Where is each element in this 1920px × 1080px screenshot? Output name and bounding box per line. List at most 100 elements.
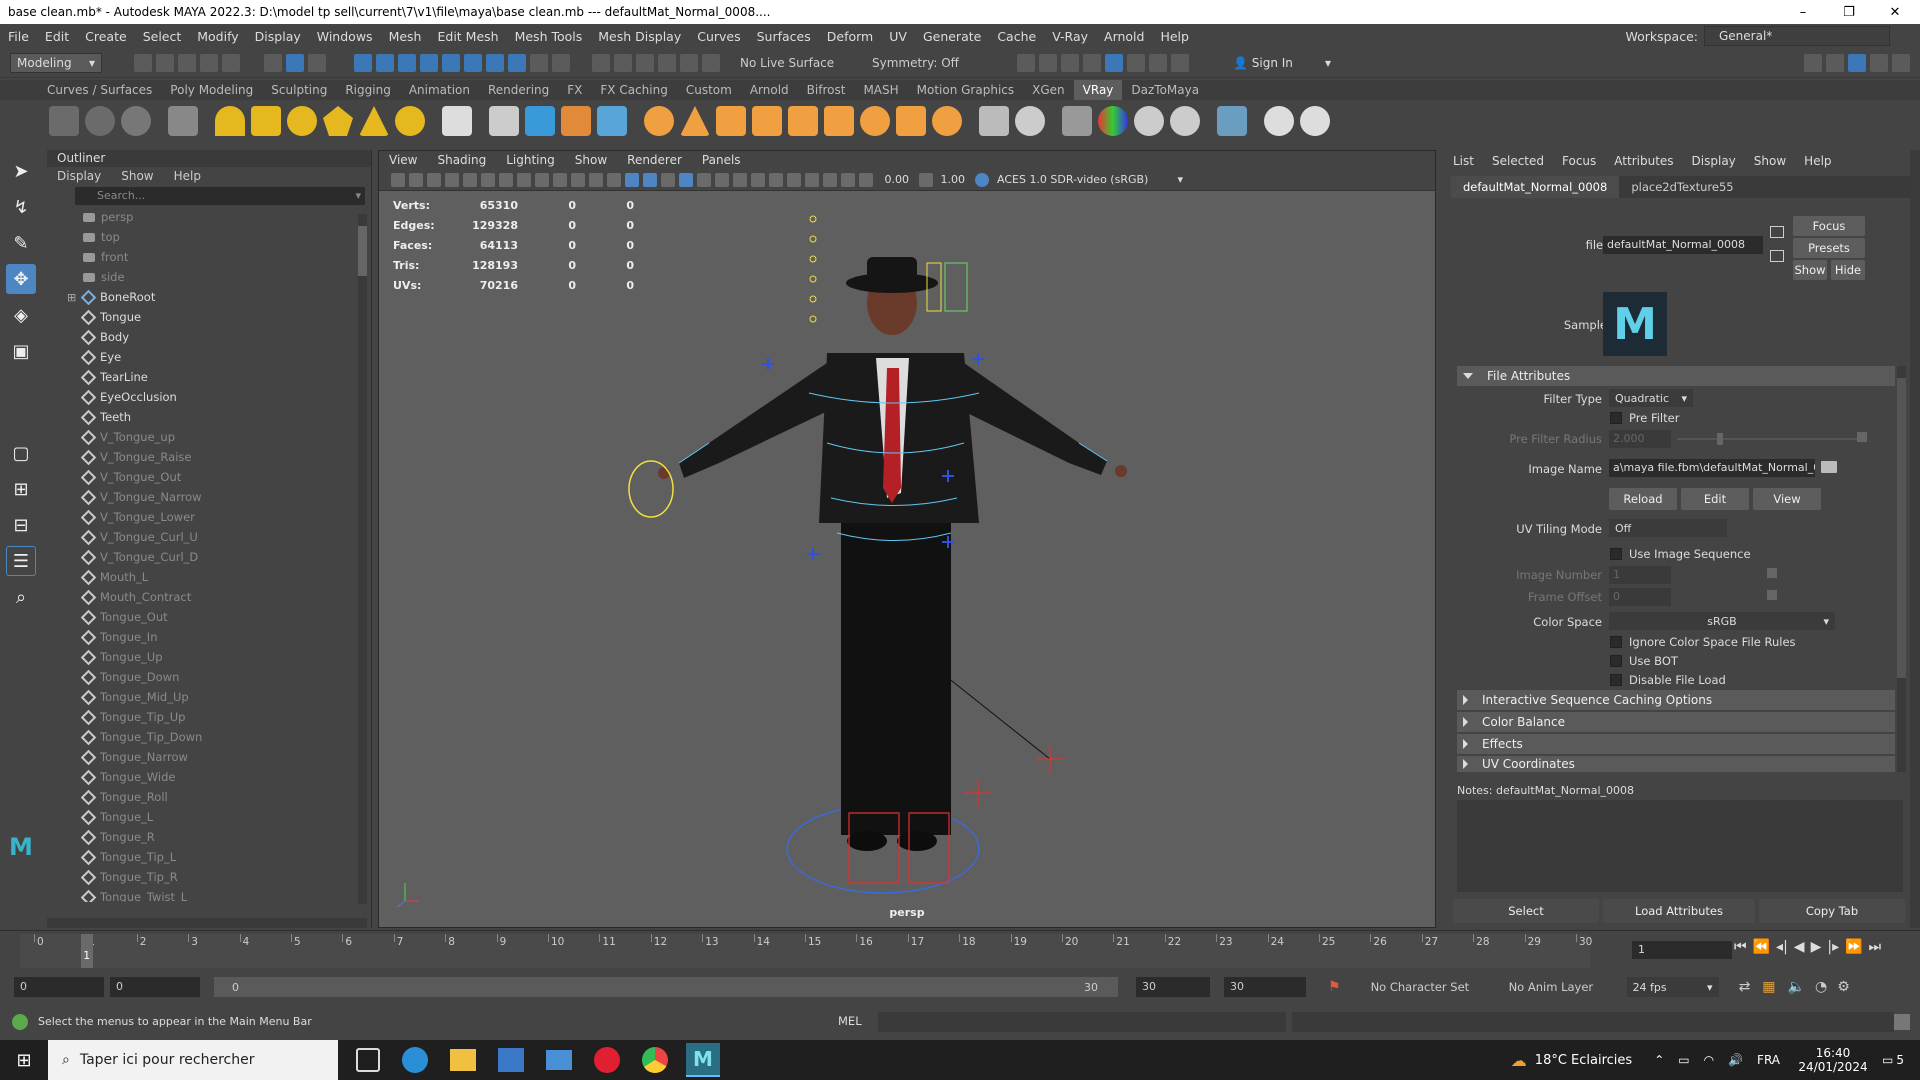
close-icon[interactable]: ✕ [1872, 0, 1918, 24]
outliner-item[interactable]: Tongue_Tip_Up [80, 707, 371, 727]
vray-render-icon[interactable] [1127, 53, 1145, 72]
menu-deform[interactable]: Deform [819, 29, 881, 44]
anim-layer-dropdown[interactable]: No Anim Layer [1509, 980, 1621, 994]
menu-windows[interactable]: Windows [309, 29, 381, 44]
use-image-sequence-checkbox[interactable] [1610, 548, 1622, 560]
grid-toggle-icon[interactable] [481, 172, 495, 187]
four-view-layout-icon[interactable]: ⊞ [6, 474, 36, 504]
playback-range-bar[interactable]: 0 30 [214, 977, 1118, 997]
vp-menu-panels[interactable]: Panels [702, 153, 741, 167]
vray-material-icon[interactable] [168, 106, 198, 136]
node-input-icon[interactable] [1770, 226, 1784, 238]
shadows-icon[interactable] [697, 172, 711, 187]
section-file-attributes[interactable]: File Attributes [1457, 366, 1895, 386]
node-output-icon[interactable] [1770, 250, 1784, 262]
presets-button[interactable]: Presets [1793, 238, 1865, 258]
section-interactive-sequence-caching[interactable]: Interactive Sequence Caching Options [1457, 690, 1895, 710]
outliner-menu-show[interactable]: Show [121, 169, 153, 183]
ignore-color-space-checkbox[interactable] [1610, 636, 1622, 648]
menu-mesh-tools[interactable]: Mesh Tools [507, 29, 591, 44]
shelf-tab-fx[interactable]: FX [558, 80, 591, 100]
persp-outliner-layout-icon[interactable]: ⊟ [6, 510, 36, 540]
mail-icon[interactable] [546, 1050, 572, 1070]
current-time-marker[interactable]: 1 [81, 934, 94, 968]
shelf-tab-arnold[interactable]: Arnold [741, 80, 798, 100]
gate-mask-icon[interactable] [535, 172, 549, 187]
outliner-item[interactable]: Teeth [80, 407, 371, 427]
select-hierarchy-icon[interactable] [264, 53, 282, 72]
menu-create[interactable]: Create [77, 29, 135, 44]
vray-cloud-icon[interactable] [1264, 106, 1294, 136]
preferences-icon[interactable]: ⚙ [1837, 979, 1850, 995]
camera-attr-icon[interactable] [391, 172, 405, 187]
outliner-item[interactable]: Tongue_Roll [80, 787, 371, 807]
workspace-dropdown[interactable]: General* [1704, 26, 1890, 46]
step-back-key-icon[interactable]: ⏪ [1753, 939, 1770, 955]
outliner-item[interactable]: V_Tongue_up [80, 427, 371, 447]
frame-offset-field[interactable]: 0 [1609, 588, 1671, 606]
snap-grid-icon[interactable] [592, 53, 610, 72]
menu-help[interactable]: Help [1152, 29, 1197, 44]
shelf-tab-fx-caching[interactable]: FX Caching [591, 80, 676, 100]
outliner-item[interactable]: Tongue_Twist_L [80, 887, 371, 902]
attr-menu-focus[interactable]: Focus [1562, 154, 1596, 168]
select-button[interactable]: Select [1453, 899, 1599, 923]
paint-select-icon[interactable]: ✎ [6, 228, 36, 258]
snap-projected-icon[interactable] [702, 53, 720, 72]
signin-button[interactable]: 👤 Sign In ▾ [1227, 52, 1337, 73]
file-explorer-icon[interactable] [450, 1049, 476, 1071]
move-tool-icon[interactable]: ✥ [6, 264, 36, 294]
uv-tiling-dropdown[interactable]: Off [1609, 519, 1727, 537]
attr-menu-show[interactable]: Show [1754, 154, 1786, 168]
attr-menu-display[interactable]: Display [1692, 154, 1736, 168]
network-icon[interactable]: ▭ [1678, 1053, 1689, 1067]
exposure-icon[interactable] [859, 172, 873, 187]
shelf-tab-vray[interactable]: VRay [1073, 80, 1123, 100]
vray-render-elements-icon[interactable] [979, 106, 1009, 136]
xray-joints-icon[interactable] [823, 172, 837, 187]
snap-point-icon[interactable] [636, 53, 654, 72]
new-scene-icon[interactable] [134, 53, 152, 72]
step-back-frame-icon[interactable]: ◂| [1776, 939, 1788, 955]
section-effects[interactable]: Effects [1457, 734, 1895, 754]
focus-button[interactable]: Focus [1793, 216, 1865, 236]
select-object-icon[interactable] [286, 53, 304, 72]
vray-plane-icon[interactable] [442, 106, 472, 136]
vray-gear-icon[interactable] [932, 106, 962, 136]
viewport-panel[interactable]: View Shading Lighting Show Renderer Pane… [378, 150, 1436, 928]
color-space-dropdown[interactable]: sRGB ▾ [1609, 612, 1835, 630]
use-all-lights-icon[interactable] [679, 172, 693, 187]
xray-icon[interactable] [805, 172, 819, 187]
script-language-toggle[interactable]: MEL [838, 1014, 862, 1028]
notes-textarea[interactable] [1457, 800, 1903, 892]
hypershade-icon[interactable] [1105, 53, 1123, 72]
shelf-tab-curves-surfaces[interactable]: Curves / Surfaces [38, 80, 161, 100]
script-editor-icon[interactable] [1894, 1014, 1910, 1030]
2d-pan-zoom-icon[interactable] [445, 172, 459, 187]
menu-modify[interactable]: Modify [189, 29, 246, 44]
task-view-icon[interactable] [356, 1048, 380, 1072]
menu-mesh[interactable]: Mesh [381, 29, 430, 44]
vray-vfb-icon[interactable] [85, 106, 115, 136]
single-perspective-layout-icon[interactable]: ▢ [6, 438, 36, 468]
vray-grid-icon[interactable] [788, 106, 818, 136]
vp-menu-view[interactable]: View [389, 153, 417, 167]
snap-view-plane-icon[interactable] [658, 53, 676, 72]
outliner-item[interactable]: V_Tongue_Curl_D [80, 547, 371, 567]
layer-editor-toggle-icon[interactable] [1892, 53, 1910, 72]
bookmark-icon[interactable] [409, 172, 423, 187]
vray-scene-icon[interactable] [561, 106, 591, 136]
modeling-toolkit-toggle-icon[interactable] [1804, 53, 1822, 72]
edge-icon[interactable] [402, 1047, 428, 1073]
pre-filter-map-icon[interactable] [1857, 432, 1867, 442]
highlight-selection-icon[interactable] [552, 53, 570, 72]
textured-icon[interactable] [661, 172, 675, 187]
vp-menu-renderer[interactable]: Renderer [627, 153, 682, 167]
attribute-editor-toggle-icon[interactable] [1826, 53, 1844, 72]
channel-box-toggle-icon[interactable] [1870, 53, 1888, 72]
pre-filter-radius-field[interactable]: 2.000 [1609, 430, 1671, 448]
outliner-item[interactable]: Mouth_L [80, 567, 371, 587]
shelf-tab-rendering[interactable]: Rendering [479, 80, 558, 100]
motion-blur-icon[interactable] [733, 172, 747, 187]
use-bot-checkbox[interactable] [1610, 655, 1622, 667]
